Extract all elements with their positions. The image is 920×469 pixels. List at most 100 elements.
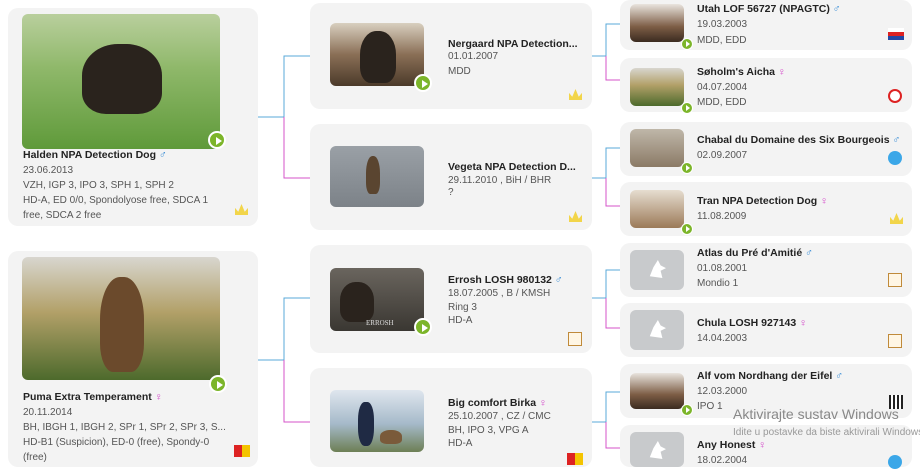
female-icon: ♀ [758,439,767,451]
birth-date: 01.08.2001 [697,263,748,274]
titles: Mondio 1 [697,278,739,289]
birth-date: 12.03.2000 [697,386,748,397]
titles: BH, IBGH 1, IBGH 2, SPr 1, SPr 2, SPr 3,… [23,422,226,433]
dog-card-gen3-3[interactable]: Chabal du Domaine des Six Bourgeois ♂ 02… [620,122,912,176]
dog-silhouette [340,282,374,322]
dog-name[interactable]: Atlas du Pré d'Amitié [697,247,802,259]
dog-card-sire[interactable]: Halden NPA Detection Dog ♂ 23.06.2013 VZ… [8,8,258,226]
no-entry-icon [888,89,902,103]
dog-name[interactable]: Tran NPA Detection Dog [697,195,817,207]
dog-name-link[interactable]: Chabal du Domaine des Six Bourgeois ♂ [697,134,900,146]
dog-name[interactable]: Puma Extra Temperament [23,391,152,403]
dog-photo[interactable] [22,257,220,380]
birth-date: 04.07.2004 [697,82,748,93]
health: HD-A [448,438,473,449]
document-icon [888,334,902,348]
dog-name-link[interactable]: Alf vom Nordhang der Eifel ♂ [697,370,843,382]
birth-date: 25.10.2007 , CZ / CMC [448,411,551,422]
dog-card-gen3-5[interactable]: Atlas du Pré d'Amitié ♂ 01.08.2001 Mondi… [620,243,912,297]
dog-name-link[interactable]: Halden NPA Detection Dog ♂ [23,149,167,161]
titles: MDD, EDD [697,97,747,108]
dog-card-gen3-1[interactable]: Utah LOF 56727 (NPAGTC) ♂ 19.03.2003 MDD… [620,0,912,50]
birth-date: 14.04.2003 [697,333,748,344]
dog-name-link[interactable]: Vegeta NPA Detection D... [448,161,576,173]
play-icon[interactable] [681,38,693,50]
dog-card-gen2-3[interactable]: ERROSH Errosh LOSH 980132 ♂ 18.07.2005 ,… [310,245,592,353]
dog-name-link[interactable]: Big comfort Birka ♀ [448,397,547,409]
dog-name-link[interactable]: Utah LOF 56727 (NPAGTC) ♂ [697,3,841,15]
photo-caption: ERROSH [366,319,394,327]
play-icon[interactable] [208,131,226,149]
dog-name[interactable]: Errosh LOSH 980132 [448,274,552,286]
dog-name[interactable]: Halden NPA Detection Dog [23,149,156,161]
dog-name[interactable]: Utah LOF 56727 (NPAGTC) [697,3,830,15]
dog-card-gen2-1[interactable]: Nergaard NPA Detection... 01.01.2007 MDD [310,3,592,109]
dog-name-link[interactable]: Søholm's Aicha ♀ [697,66,786,78]
titles: MDD [448,66,471,77]
dog-card-gen2-2[interactable]: Vegeta NPA Detection D... 29.11.2010 , B… [310,124,592,230]
dog-card-gen3-4[interactable]: Tran NPA Detection Dog ♀ 11.08.2009 [620,182,912,236]
birth-date: 01.01.2007 [448,51,499,62]
dog-photo[interactable] [330,23,424,86]
dog-name[interactable]: Vegeta NPA Detection D... [448,161,576,173]
dog-photo[interactable] [22,14,220,149]
dog-name-link[interactable]: Puma Extra Temperament ♀ [23,391,163,403]
dog-photo[interactable] [630,68,684,106]
female-icon: ♀ [799,317,808,329]
birth-date: 18.02.2004 [697,455,748,466]
flag-icon [234,445,250,457]
placeholder-dog-shape [649,260,666,278]
dog-name[interactable]: Alf vom Nordhang der Eifel [697,370,832,382]
play-icon[interactable] [681,223,693,235]
dog-silhouette [366,156,380,194]
placeholder-dog-icon[interactable] [630,310,684,350]
dog-photo[interactable]: ERROSH [330,268,424,331]
crown-icon [569,211,582,222]
play-icon[interactable] [681,404,693,416]
document-icon [888,273,902,287]
dog-name[interactable]: Søholm's Aicha [697,66,775,78]
play-icon[interactable] [681,162,693,174]
dog-name-link[interactable]: Chula LOSH 927143 ♀ [697,317,807,329]
dog-card-gen3-6[interactable]: Chula LOSH 927143 ♀ 14.04.2003 [620,303,912,357]
birth-date: 29.11.2010 , BiH / BHR [448,175,552,186]
health: HD-A [448,315,473,326]
dog-name-link[interactable]: Errosh LOSH 980132 ♂ [448,274,563,286]
play-icon[interactable] [414,74,432,92]
play-icon[interactable] [209,375,227,393]
dog-name-link[interactable]: Tran NPA Detection Dog ♀ [697,195,828,207]
birth-date: 11.08.2009 [697,211,747,222]
dog-photo[interactable] [330,146,424,207]
dog-silhouette [100,277,144,372]
dog-name-link[interactable]: Atlas du Pré d'Amitié ♂ [697,247,813,259]
health: HD-B1 (Suspicion), ED-0 (free), Spondy-0 [23,437,210,448]
titles: MDD, EDD [697,35,747,46]
dog-photo[interactable] [630,373,684,409]
male-icon: ♂ [835,370,844,382]
birth-date: 20.11.2014 [23,407,73,418]
dog-photo[interactable] [630,190,684,228]
dog-photo[interactable] [630,129,684,167]
dog-card-gen3-2[interactable]: Søholm's Aicha ♀ 04.07.2004 MDD, EDD [620,58,912,114]
person-silhouette [358,402,374,446]
placeholder-dog-shape [649,441,666,459]
dog-name[interactable]: Any Honest [697,439,755,451]
dog-photo[interactable] [630,4,684,42]
dog-name-link[interactable]: Any Honest ♀ [697,439,766,451]
dog-card-dam[interactable]: Puma Extra Temperament ♀ 20.11.2014 BH, … [8,251,258,467]
placeholder-dog-icon[interactable] [630,250,684,290]
dog-photo[interactable] [330,390,424,452]
play-icon[interactable] [681,102,693,114]
birth-date: 19.03.2003 [697,19,748,30]
male-icon: ♂ [892,134,901,146]
titles: IPO 1 [697,401,723,412]
birth-date: 18.07.2005 , B / KMSH [448,288,551,299]
crown-icon [890,213,903,224]
flag-icon [888,28,904,40]
dog-name[interactable]: Chula LOSH 927143 [697,317,796,329]
play-icon[interactable] [414,318,432,336]
dog-name[interactable]: Big comfort Birka [448,397,536,409]
dog-name[interactable]: Chabal du Domaine des Six Bourgeois [697,134,890,146]
placeholder-dog-icon[interactable] [630,432,684,467]
dog-card-gen2-4[interactable]: Big comfort Birka ♀ 25.10.2007 , CZ / CM… [310,368,592,467]
